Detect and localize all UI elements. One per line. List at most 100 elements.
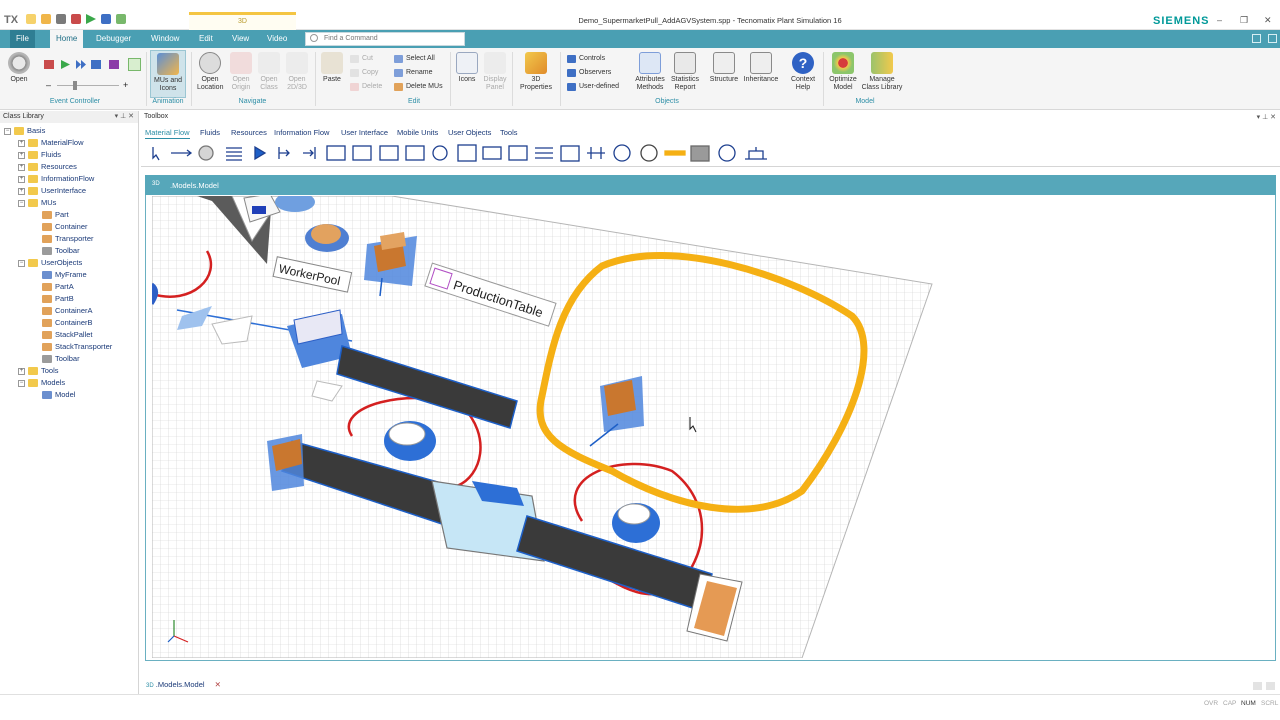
optimize-model-button[interactable]: Optimize Model: [826, 50, 860, 92]
expand-toggle-icon[interactable]: +: [18, 139, 25, 147]
fast-forward-icon[interactable]: [101, 14, 111, 24]
ribbon-minimize-icon[interactable]: [1252, 34, 1261, 43]
tab-video[interactable]: Video: [261, 30, 293, 48]
source-tool-icon[interactable]: [254, 145, 267, 161]
open-class-button[interactable]: Open Class: [256, 50, 282, 92]
restore-button[interactable]: ❐: [1240, 15, 1248, 26]
inheritance-button[interactable]: Inheritance: [740, 50, 782, 84]
parallel-proc-tool-icon[interactable]: [352, 145, 372, 161]
command-search-input[interactable]: Find a Command: [305, 32, 465, 46]
tab-home[interactable]: Home: [50, 30, 84, 48]
dismantle-tool-icon[interactable]: [405, 145, 425, 161]
controls-button[interactable]: Controls: [567, 54, 605, 64]
manage-class-library-button[interactable]: Manage Class Library: [860, 50, 904, 92]
cycle-tool-icon[interactable]: [432, 145, 448, 161]
open-location-button[interactable]: Open Location: [195, 50, 225, 92]
3d-properties-button[interactable]: 3D Properties: [516, 50, 556, 92]
toolbox-tab-tools[interactable]: Tools: [500, 127, 518, 139]
step-button[interactable]: [91, 60, 101, 69]
user-defined-button[interactable]: User-defined: [567, 82, 619, 92]
expand-toggle-icon[interactable]: +: [18, 367, 25, 375]
new-file-icon[interactable]: [26, 14, 36, 24]
context-help-button[interactable]: ? Context Help: [788, 50, 818, 92]
open-origin-button[interactable]: Open Origin: [228, 50, 254, 92]
expand-toggle-icon[interactable]: +: [18, 163, 25, 171]
tab-view[interactable]: View: [226, 30, 255, 48]
station-tool-icon[interactable]: [303, 147, 316, 159]
tree-item[interactable]: + Tools: [18, 365, 59, 377]
path-tool-icon[interactable]: [664, 150, 686, 156]
delete-button[interactable]: Delete: [350, 82, 382, 92]
scroll-left-icon[interactable]: [1253, 682, 1262, 690]
tree-item[interactable]: ContainerB: [32, 317, 93, 329]
angular-converter-tool-icon[interactable]: [560, 145, 580, 162]
connector-tool-icon[interactable]: [171, 149, 193, 157]
tree-item[interactable]: + UserInterface: [18, 185, 86, 197]
line-tool-icon[interactable]: [535, 147, 553, 159]
tree-item[interactable]: Container: [32, 221, 88, 233]
start-stop-button[interactable]: [61, 60, 70, 69]
document-tab-model[interactable]: 3D .Models.Model ✕: [146, 678, 221, 692]
step-icon[interactable]: [116, 14, 126, 24]
tree-item[interactable]: − Basis: [4, 125, 45, 137]
tree-item[interactable]: ContainerA: [32, 305, 93, 317]
plc-interface-tool-icon[interactable]: [745, 147, 767, 160]
expand-toggle-icon[interactable]: −: [18, 379, 25, 387]
frame-tool-icon[interactable]: [226, 147, 242, 161]
toolbox-tab-fluids[interactable]: Fluids: [200, 127, 220, 139]
recorder-button[interactable]: [128, 58, 141, 71]
select-all-button[interactable]: Select All: [394, 54, 435, 64]
panel-controls-icon[interactable]: ▾ ⊥ ✕: [115, 111, 134, 123]
3d-viewport[interactable]: WorkerPool ProductionTable: [152, 196, 1274, 658]
observers-button[interactable]: Observers: [567, 68, 611, 78]
toolbox-tab-material-flow[interactable]: Material Flow: [145, 127, 190, 139]
sorter-tool-icon[interactable]: [508, 145, 528, 161]
speed-slider-track[interactable]: [57, 85, 119, 86]
tree-item[interactable]: + MaterialFlow: [18, 137, 84, 149]
tab-file[interactable]: File: [10, 30, 35, 48]
expand-toggle-icon[interactable]: −: [4, 127, 11, 135]
document-tab-close-icon[interactable]: ✕: [215, 680, 221, 689]
attributes-methods-button[interactable]: Attributes Methods: [632, 50, 668, 92]
buffer-tool-icon[interactable]: [482, 146, 502, 160]
reset-icon[interactable]: [71, 14, 81, 24]
tree-item[interactable]: Toolbar: [32, 245, 80, 257]
tree-item[interactable]: Transporter: [32, 233, 94, 245]
tab-edit[interactable]: Edit: [193, 30, 219, 48]
fast-button[interactable]: [76, 60, 86, 69]
expand-toggle-icon[interactable]: +: [18, 187, 25, 195]
context-tab-3d[interactable]: 3D: [189, 12, 296, 30]
toolbox-tab-information-flow[interactable]: Information Flow: [274, 127, 329, 139]
tree-item[interactable]: Part: [32, 209, 69, 221]
statistics-report-button[interactable]: Statistics Report: [668, 50, 702, 92]
turnplate-tool-icon[interactable]: [640, 144, 658, 162]
close-button[interactable]: ✕: [1264, 15, 1272, 26]
tree-item[interactable]: − UserObjects: [18, 257, 82, 269]
expand-toggle-icon[interactable]: +: [18, 175, 25, 183]
copy-button[interactable]: Copy: [350, 68, 378, 78]
delete-mus-button[interactable]: Delete MUs: [394, 82, 443, 92]
icons-button[interactable]: Icons: [454, 50, 480, 84]
expand-toggle-icon[interactable]: +: [18, 151, 25, 159]
open-file-icon[interactable]: [41, 14, 51, 24]
toolbox-tab-mobile-units[interactable]: Mobile Units: [397, 127, 438, 139]
open-2d3d-button[interactable]: Open 2D/3D: [284, 50, 310, 92]
display-panel-button[interactable]: Display Panel: [482, 50, 508, 92]
panel-controls-icon[interactable]: ▾ ⊥ ✕: [1257, 113, 1276, 121]
single-proc-tool-icon[interactable]: [326, 145, 346, 161]
save-icon[interactable]: [56, 14, 66, 24]
transfer-station-tool-icon[interactable]: [690, 145, 710, 162]
reset-button[interactable]: [44, 60, 54, 69]
exporter-tool-icon[interactable]: [718, 144, 736, 162]
tab-debugger[interactable]: Debugger: [90, 30, 137, 48]
speed-minus-button[interactable]: –: [46, 80, 51, 90]
toolbox-tab-user-interface[interactable]: User Interface: [341, 127, 388, 139]
mus-and-icons-button[interactable]: MUs and Icons: [150, 50, 186, 98]
tree-item[interactable]: − Models: [18, 377, 65, 389]
tree-item[interactable]: + Fluids: [18, 149, 61, 161]
drain-tool-icon[interactable]: [278, 147, 290, 159]
cut-button[interactable]: Cut: [350, 54, 373, 64]
tree-item[interactable]: MyFrame: [32, 269, 87, 281]
tree-item[interactable]: + InformationFlow: [18, 173, 94, 185]
track-tool-icon[interactable]: [587, 147, 605, 159]
